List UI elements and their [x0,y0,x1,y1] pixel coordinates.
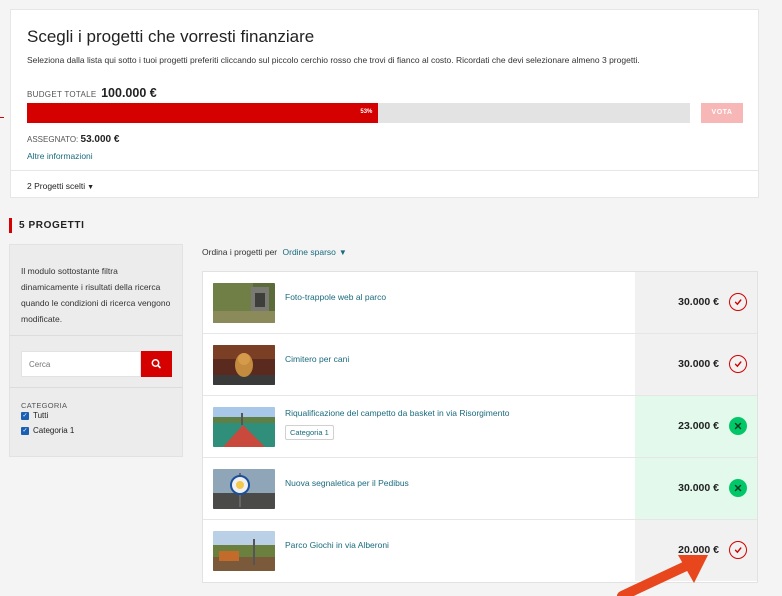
search-button[interactable] [141,351,172,377]
select-circle-icon[interactable] [729,541,747,559]
project-thumbnail [213,407,275,447]
sort-label: Ordina i progetti per [202,247,278,257]
pointer-arrow-icon [617,555,708,596]
search-input[interactable] [21,351,141,377]
category-option-categoria-1[interactable]: ✓ Categoria 1 [21,426,74,435]
project-price-cell: 23.000 € [635,396,757,457]
category-label: CATEGORIA [21,401,68,410]
deselect-x-icon[interactable] [729,479,747,497]
project-thumbnail [213,469,275,509]
chosen-projects-dropdown[interactable]: 2 Progetti scelti ▼ [27,181,94,191]
project-price: 30.000 € [678,482,719,494]
select-circle-icon[interactable] [729,355,747,373]
category-option-tutti[interactable]: ✓ Tutti [21,411,48,420]
budget-progress-bar: 53% [27,103,690,123]
project-row: Foto-trappole web al parco 30.000 € [203,272,757,334]
project-thumbnail [213,345,275,385]
project-row: Riqualificazione del campetto da basket … [203,396,757,458]
assigned-label: ASSEGNATO: [27,135,79,144]
category-option-label: Tutti [33,411,49,420]
filter-panel: Il modulo sottostante filtra dinamicamen… [9,244,183,457]
category-option-label: Categoria 1 [33,426,75,435]
project-price-cell: 30.000 € [635,272,757,333]
instructions-text: Seleziona dalla lista qui sotto i tuoi p… [27,55,640,65]
project-price-cell: 30.000 € [635,334,757,395]
progress-percent: 53% [360,109,373,115]
budget-progress-fill: 53% [27,103,379,123]
sort-control: Ordina i progetti per Ordine sparso ▼ [202,247,347,257]
project-category-tag: Categoria 1 [285,425,334,440]
edge-marker [0,117,4,118]
caret-down-icon: ▼ [87,184,95,191]
project-name-link[interactable]: Parco Giochi in via Alberoni [285,540,389,550]
budget-card: Scegli i progetti che vorresti finanziar… [10,9,759,198]
project-name-link[interactable]: Cimitero per cani [285,354,349,364]
project-price: 23.000 € [678,420,719,432]
budget-value: 100.000 € [101,86,157,100]
project-row: Nuova segnaletica per il Pedibus 30.000 … [203,458,757,520]
filter-divider [10,387,182,388]
vote-button[interactable]: VOTA [701,103,743,123]
card-divider [11,170,758,171]
project-price: 30.000 € [678,358,719,370]
project-row: Cimitero per cani 30.000 € [203,334,757,396]
assigned-amount: ASSEGNATO: 53.000 € [27,134,119,145]
project-price: 30.000 € [678,296,719,308]
select-circle-icon[interactable] [729,293,747,311]
project-name-link[interactable]: Riqualificazione del campetto da basket … [285,408,509,418]
projects-count: 5 PROGETTI [19,220,85,231]
section-accent [9,218,12,233]
project-price-cell: 30.000 € [635,458,757,519]
project-name-link[interactable]: Nuova segnaletica per il Pedibus [285,478,409,488]
project-thumbnail [213,283,275,323]
filter-description: Il modulo sottostante filtra dinamicamen… [21,266,171,324]
chosen-projects-label: 2 Progetti scelti [27,181,86,191]
project-thumbnail [213,531,275,571]
checkbox-checked-icon[interactable]: ✓ [21,426,29,435]
caret-down-icon[interactable]: ▼ [339,248,347,257]
page-title: Scegli i progetti che vorresti finanziar… [27,27,315,46]
more-info-link[interactable]: Altre informazioni [27,151,93,161]
assigned-value: 53.000 € [80,134,120,145]
deselect-x-icon[interactable] [729,417,747,435]
search-icon [151,359,161,369]
project-name-link[interactable]: Foto-trappole web al parco [285,292,386,302]
sort-dropdown[interactable]: Ordine sparso [283,247,336,257]
checkbox-checked-icon[interactable]: ✓ [21,411,29,420]
budget-label-text: BUDGET TOTALE [27,90,97,99]
filter-divider [10,335,182,336]
projects-list: Foto-trappole web al parco 30.000 € Cimi… [202,271,758,583]
budget-label: BUDGET TOTALE 100.000 € [27,86,157,100]
